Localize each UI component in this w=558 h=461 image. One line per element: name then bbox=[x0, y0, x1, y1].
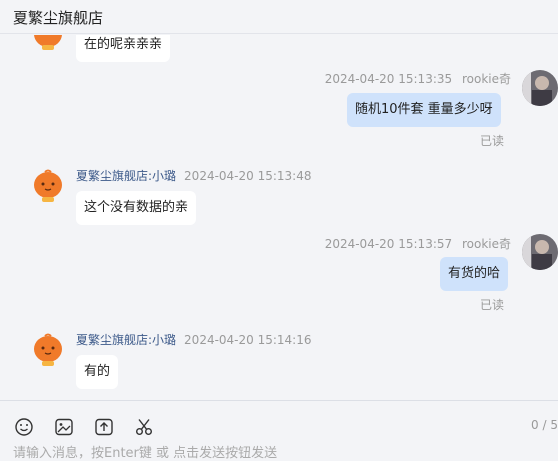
message-time: 2024-04-20 15:13:57 bbox=[324, 237, 453, 251]
shop-avatar-icon bbox=[34, 333, 62, 366]
message-bubble: 有的 bbox=[76, 355, 119, 389]
read-status: 已读 bbox=[480, 298, 505, 312]
message-meta: 2024-04-20 15:13:57 rookie奇 bbox=[325, 235, 511, 252]
image-icon[interactable] bbox=[54, 417, 74, 437]
chat-header: 夏繁尘旗舰店 bbox=[0, 0, 558, 34]
message-meta: 夏繁尘旗舰店:小璐 2024-04-20 15:13:48 bbox=[76, 167, 312, 184]
message-user: rookie奇 bbox=[461, 237, 511, 251]
message-time: 2024-04-20 15:13:48 bbox=[184, 169, 312, 183]
message-bubble: 随机10件套 重量多少呀 bbox=[347, 93, 501, 127]
scissors-icon[interactable] bbox=[134, 417, 154, 437]
user-photo-icon bbox=[522, 234, 558, 270]
input-toolbar: 0 / 5 请输入消息，按Enter键 或 点击发送按钮发送 bbox=[0, 400, 558, 461]
shop-title: 夏繁尘旗舰店 bbox=[13, 9, 104, 27]
message-time: 2024-04-20 15:13:35 bbox=[324, 72, 453, 86]
message-meta: 夏繁尘旗舰店:小璐 2024-04-20 15:14:16 bbox=[76, 331, 312, 348]
message-sender: 夏繁尘旗舰店:小璐 bbox=[76, 169, 177, 183]
message-input[interactable]: 请输入消息，按Enter键 或 点击发送按钮发送 bbox=[13, 442, 277, 461]
message-bubble: 有货的哈 bbox=[440, 257, 509, 291]
user-avatar bbox=[522, 234, 558, 270]
message-bubble: 在的呢亲亲亲 bbox=[76, 35, 171, 62]
char-counter: 0 / 5 bbox=[531, 418, 558, 432]
message-meta: 2024-04-20 15:13:35 rookie奇 bbox=[325, 70, 511, 87]
upload-icon[interactable] bbox=[94, 417, 114, 437]
emoji-icon[interactable] bbox=[14, 417, 34, 437]
user-avatar bbox=[522, 70, 558, 106]
user-photo-icon bbox=[522, 70, 558, 106]
message-user: rookie奇 bbox=[461, 72, 511, 86]
shop-avatar-icon bbox=[34, 169, 62, 202]
read-status: 已读 bbox=[480, 134, 505, 148]
message-time: 2024-04-20 15:14:16 bbox=[184, 333, 312, 347]
message-list[interactable]: 在的呢亲亲亲 2024-04-20 15:13:35 rookie奇 随机10件… bbox=[0, 35, 558, 400]
message-sender: 夏繁尘旗舰店:小璐 bbox=[76, 333, 177, 347]
shop-avatar-icon bbox=[34, 35, 62, 50]
message-bubble: 这个没有数据的亲 bbox=[76, 191, 197, 225]
